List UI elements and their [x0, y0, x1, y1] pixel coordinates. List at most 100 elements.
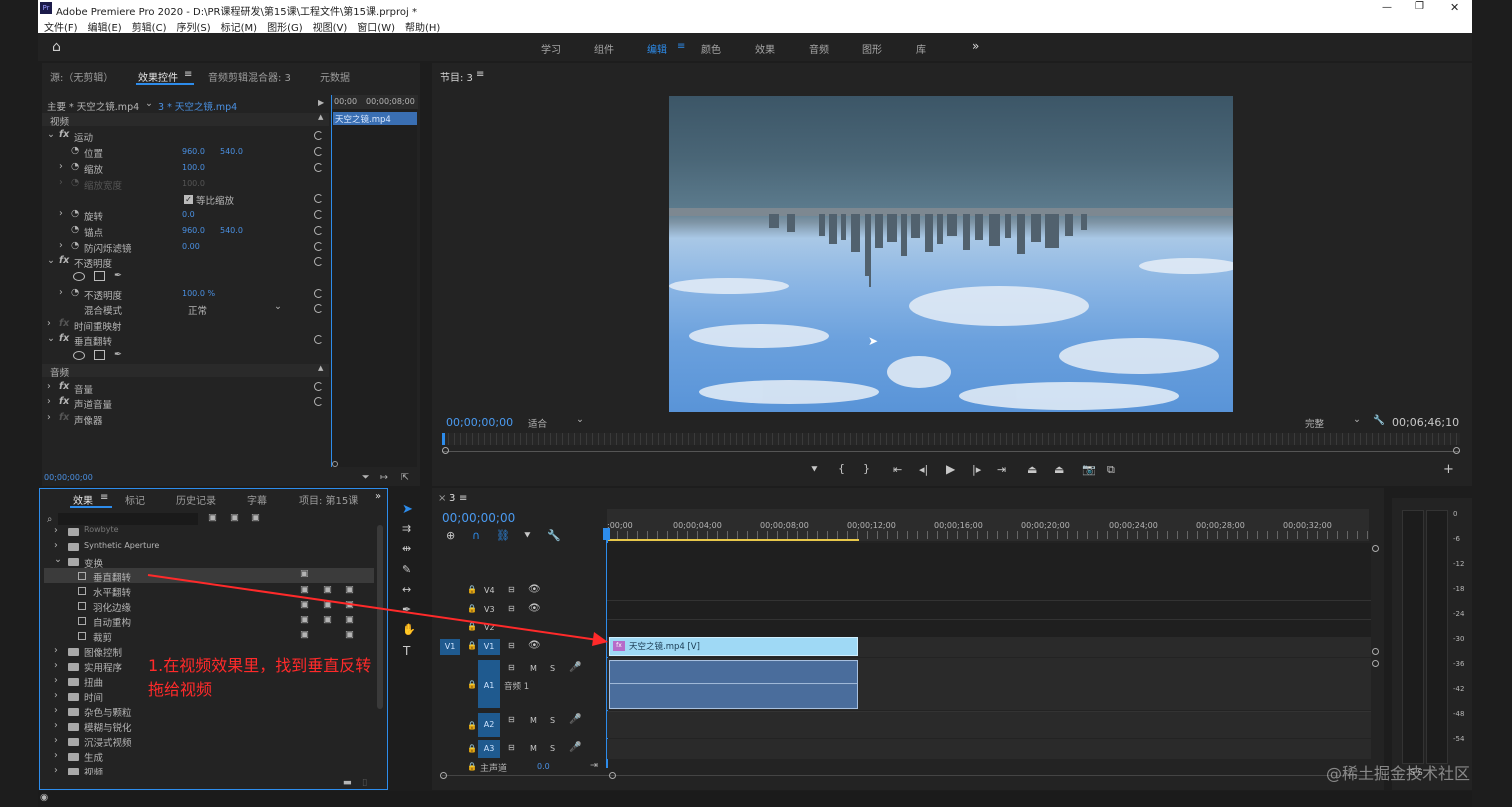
playhead-head[interactable]: [603, 528, 610, 540]
list-item[interactable]: › 模糊与锐化: [40, 718, 376, 734]
mute-button[interactable]: M: [530, 664, 537, 673]
track-a2-label[interactable]: A2: [478, 713, 500, 737]
lock-icon[interactable]: 🔒: [467, 604, 477, 613]
reset-icon[interactable]: [314, 397, 323, 406]
track-a3-label[interactable]: A3: [478, 740, 500, 758]
pen-tool-icon[interactable]: ✒: [402, 604, 411, 615]
solo-button[interactable]: S: [550, 716, 555, 725]
stopwatch-icon[interactable]: ◔: [71, 287, 79, 298]
vscroll-handle[interactable]: [1372, 545, 1379, 552]
close-button[interactable]: ✕: [1450, 1, 1459, 14]
workspace-color[interactable]: 颜色: [701, 41, 721, 56]
work-area-bar[interactable]: [607, 539, 859, 541]
quality-select[interactable]: 完整: [1305, 416, 1324, 430]
reset-icon[interactable]: [314, 147, 323, 156]
tab-menu-icon[interactable]: ≡: [100, 492, 108, 503]
rect-mask-icon[interactable]: [94, 350, 105, 360]
sync-lock-icon[interactable]: ⊟: [508, 585, 515, 594]
microphone-icon[interactable]: 🎤: [569, 714, 581, 725]
track-a1-label[interactable]: A1: [478, 660, 500, 708]
timeline-ruler[interactable]: ;00;00 00;00;04;00 00;00;08;00 00;00;12;…: [607, 509, 1369, 541]
microphone-icon[interactable]: 🎤: [569, 742, 581, 753]
panel-menu-icon[interactable]: ≡: [459, 493, 467, 504]
expand-chevron-icon[interactable]: ⌄: [47, 129, 55, 140]
stopwatch-icon[interactable]: ◔: [71, 161, 79, 172]
mute-button[interactable]: M: [530, 716, 537, 725]
add-button-icon[interactable]: +: [1443, 463, 1454, 476]
tab-captions[interactable]: 字幕: [247, 492, 267, 507]
workspace-menu-icon[interactable]: ≡: [677, 41, 685, 52]
reset-icon[interactable]: [314, 304, 323, 313]
position-y-value[interactable]: 540.0: [220, 147, 243, 156]
menu-file[interactable]: 文件(F): [44, 19, 78, 34]
status-icon[interactable]: ◉: [40, 792, 48, 803]
workspace-learn[interactable]: 学习: [541, 41, 561, 56]
menu-graphics[interactable]: 图形(G): [267, 19, 303, 34]
accelerated-effects-icon[interactable]: ▣: [208, 512, 217, 523]
sequence-clip-label[interactable]: 3 * 天空之镜.mp4: [158, 99, 237, 113]
mark-in-icon[interactable]: {: [838, 463, 845, 474]
fit-select[interactable]: 适合: [528, 416, 547, 430]
snap-icon[interactable]: ∩: [472, 530, 480, 541]
ripple-icon[interactable]: ↦: [380, 472, 388, 483]
program-timecode[interactable]: 00;00;00;00: [446, 416, 513, 429]
expand-chevron-icon[interactable]: ›: [59, 208, 63, 219]
linked-selection-icon[interactable]: ⛓: [496, 530, 510, 541]
expand-chevron-icon[interactable]: ›: [47, 396, 51, 407]
go-to-out-icon[interactable]: ⇥: [997, 464, 1006, 475]
expand-chevron-icon[interactable]: ›: [47, 318, 51, 329]
chevron-down-icon[interactable]: ⌄: [1353, 414, 1361, 425]
list-item[interactable]: 水平翻转 ▣ ▣ ▣: [40, 583, 376, 599]
playhead-marker[interactable]: [442, 433, 445, 445]
lock-icon[interactable]: 🔒: [467, 585, 477, 594]
list-item[interactable]: 羽化边缘 ▣ ▣ ▣: [40, 598, 376, 614]
sync-lock-icon[interactable]: ⊟: [508, 663, 515, 672]
timeline-hscroll[interactable]: [442, 775, 1378, 776]
list-item[interactable]: › 视频: [40, 763, 376, 775]
effect-controls-timecode[interactable]: 00;00;00;00: [44, 473, 93, 482]
mini-scroll-handle[interactable]: [332, 461, 338, 467]
expand-chevron-icon[interactable]: ›: [59, 240, 63, 251]
solo-button[interactable]: S: [550, 744, 555, 753]
tab-effect-controls[interactable]: 效果控件: [138, 69, 178, 84]
menu-sequence[interactable]: 序列(S): [176, 19, 210, 34]
lock-icon[interactable]: 🔒: [467, 762, 477, 771]
filter-icon[interactable]: ⏷: [362, 472, 370, 483]
zoom-bar[interactable]: [442, 451, 1460, 452]
list-item[interactable]: › 杂色与颗粒: [40, 703, 376, 719]
master-track-value[interactable]: 0.0: [537, 762, 550, 771]
mute-button[interactable]: M: [530, 744, 537, 753]
eye-icon[interactable]: 👁: [528, 640, 541, 651]
lock-icon[interactable]: 🔒: [467, 744, 477, 753]
master-clip-label[interactable]: 主要 * 天空之镜.mp4: [47, 99, 139, 113]
step-forward-icon[interactable]: |▸: [972, 464, 981, 475]
wrench-icon[interactable]: 🔧: [1373, 415, 1385, 426]
tab-history[interactable]: 历史记录: [176, 492, 216, 507]
pen-mask-icon[interactable]: ✒: [114, 270, 122, 281]
collapse-up-icon[interactable]: ▲: [318, 364, 323, 372]
workspace-assembly[interactable]: 组件: [594, 41, 614, 56]
opacity-value[interactable]: 100.0 %: [182, 289, 215, 298]
chevron-down-icon[interactable]: ⌄: [145, 98, 153, 109]
export-icon[interactable]: ⇱: [401, 472, 409, 483]
play-icon[interactable]: ▶: [946, 463, 955, 475]
go-to-in-icon[interactable]: ⇤: [893, 464, 902, 475]
list-item[interactable]: › 生成: [40, 748, 376, 764]
add-marker-icon[interactable]: ⯆: [523, 530, 532, 541]
list-item[interactable]: 自动重构 ▣ ▣ ▣: [40, 613, 376, 629]
home-icon[interactable]: ⌂: [52, 39, 61, 55]
list-item[interactable]: ⌄ 变换: [40, 553, 376, 570]
tab-metadata[interactable]: 元数据: [320, 69, 350, 84]
track-v3-label[interactable]: V3: [484, 605, 495, 614]
list-item[interactable]: › 沉浸式视频: [40, 733, 376, 749]
reset-icon[interactable]: [314, 163, 323, 172]
ellipse-mask-icon[interactable]: [73, 272, 85, 281]
menu-clip[interactable]: 剪辑(C): [132, 19, 167, 34]
track-v1-label[interactable]: V1: [478, 639, 500, 655]
go-to-end-icon[interactable]: ⇥: [590, 760, 598, 771]
reset-icon[interactable]: [314, 382, 323, 391]
track-v4-label[interactable]: V4: [484, 586, 495, 595]
reset-icon[interactable]: [314, 210, 323, 219]
expand-chevron-icon[interactable]: ›: [59, 287, 63, 298]
program-scrubber[interactable]: [442, 433, 1460, 445]
